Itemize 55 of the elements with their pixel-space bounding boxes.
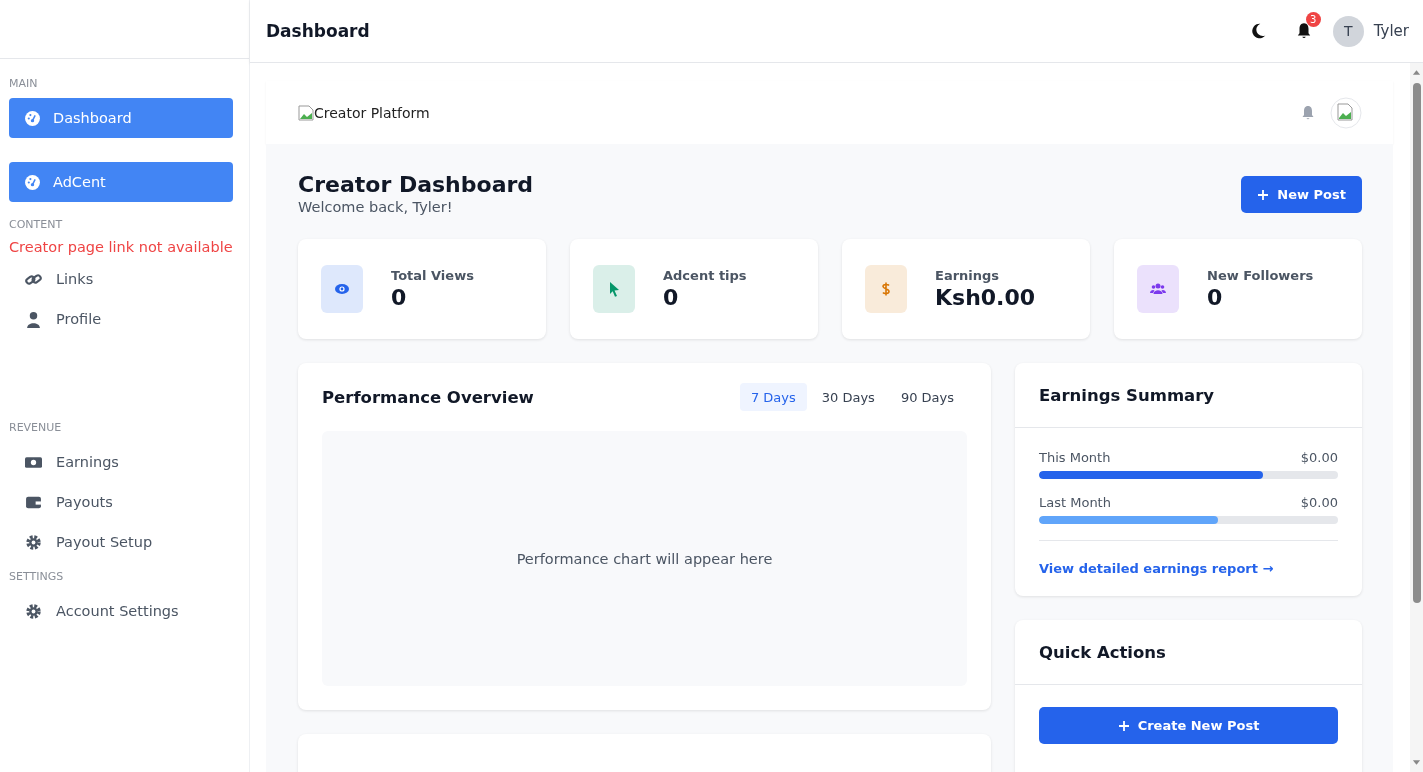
page-title: Dashboard — [266, 21, 370, 41]
range-tab[interactable]: 7 Days — [739, 383, 807, 411]
scroll-down-icon[interactable] — [1412, 759, 1421, 767]
user-icon — [25, 310, 42, 328]
card-title: Performance Overview — [322, 387, 534, 407]
nav-item[interactable]: Profile — [9, 299, 233, 339]
notification-badge: 3 — [1305, 12, 1321, 27]
placeholder-text: Performance chart will appear here — [516, 550, 773, 567]
stat-value: 0 — [1207, 285, 1224, 310]
user-name[interactable]: Tyler — [1373, 22, 1409, 40]
gear-icon — [25, 602, 42, 620]
section-label: REVENUE — [9, 421, 63, 434]
welcome-text: Welcome back, Tyler! — [298, 199, 454, 215]
amount-text: $0.00 — [1300, 450, 1338, 465]
broken-image-icon — [298, 104, 314, 121]
stat-value: Ksh0.00 — [935, 285, 1036, 310]
user-avatar[interactable]: T — [1332, 15, 1364, 47]
gear-icon — [25, 533, 42, 551]
section-label: CONTENT — [9, 218, 64, 231]
stat-label: Total Views — [391, 268, 474, 283]
nav-item[interactable]: Account Settings — [9, 591, 233, 631]
card-title: Earnings Summary — [1039, 385, 1215, 405]
card-title: Quick Actions — [1039, 642, 1166, 662]
stat-label: Adcent tips — [663, 268, 747, 283]
period-label: Last Month — [1039, 495, 1111, 510]
period-label: This Month — [1039, 450, 1111, 465]
gauge-icon — [24, 173, 41, 191]
plus-icon — [1257, 188, 1270, 201]
broken-avatar-icon[interactable] — [1330, 96, 1362, 129]
nav-item[interactable]: Payout Setup — [9, 522, 233, 562]
scrollbar[interactable] — [1410, 63, 1423, 772]
range-tab[interactable]: 30 Days — [810, 383, 886, 411]
stat-value: 0 — [391, 285, 408, 310]
stat-value: 0 — [663, 285, 680, 310]
nav-item[interactable]: AdCent — [9, 162, 233, 202]
amount-text: $0.00 — [1300, 495, 1338, 510]
new-post-button[interactable]: New Post — [1241, 176, 1362, 213]
scroll-up-icon[interactable] — [1412, 68, 1421, 76]
create-post-button[interactable]: Create New Post — [1039, 707, 1338, 744]
logo-image[interactable]: Creator Platform — [298, 104, 430, 121]
earnings-report-link[interactable]: View detailed earnings report → — [1039, 561, 1338, 576]
range-tab[interactable]: 90 Days — [889, 383, 965, 411]
nav-item[interactable]: Links — [9, 259, 233, 299]
gauge-icon — [24, 109, 41, 127]
notice-text: Creator page link not available — [9, 239, 233, 255]
section-label: SETTINGS — [9, 570, 65, 583]
nav-item[interactable]: Dashboard — [9, 98, 233, 138]
nav-item[interactable]: Payouts — [9, 482, 233, 522]
nav-item[interactable]: Earnings — [9, 442, 233, 482]
scrollbar-thumb[interactable] — [1412, 83, 1421, 603]
stat-label: New Followers — [1207, 268, 1314, 283]
plus-icon — [1117, 719, 1130, 732]
section-label: MAIN — [9, 77, 39, 90]
page-heading: Creator Dashboard — [298, 172, 534, 197]
stat-label: Earnings — [935, 268, 1001, 283]
